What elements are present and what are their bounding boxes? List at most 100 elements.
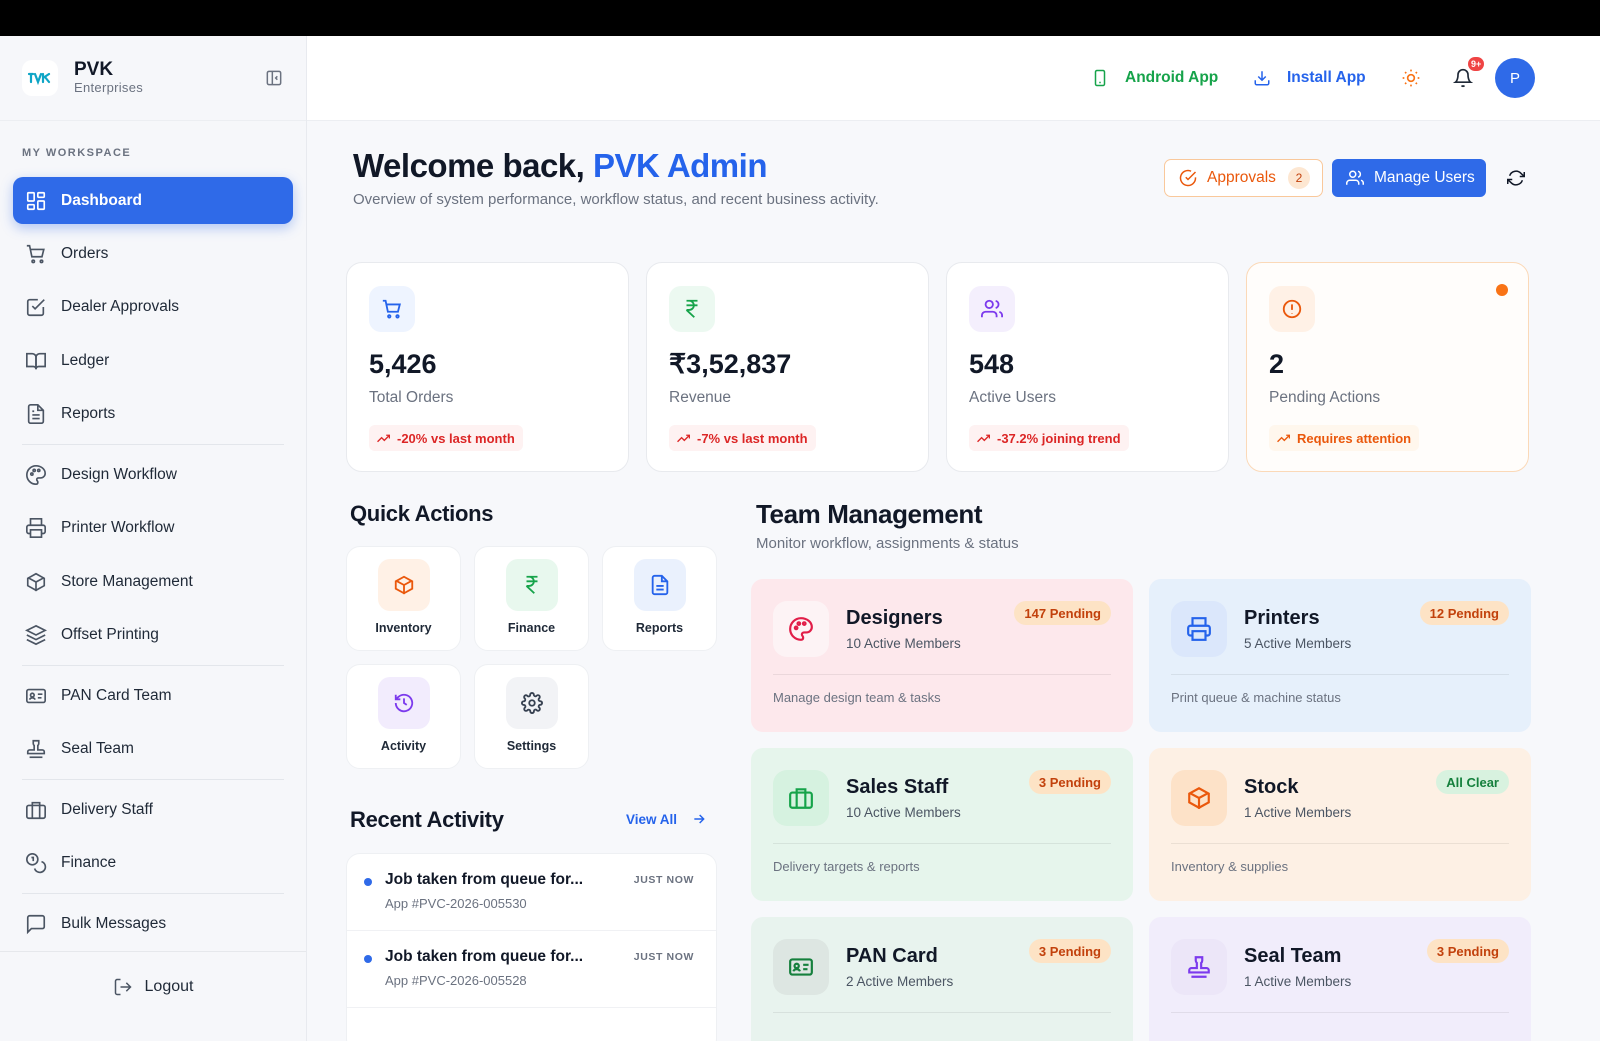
unread-dot [364,955,372,963]
unread-dot [364,878,372,886]
sidebar-item-printer-workflow[interactable]: Printer Workflow [13,505,293,552]
status-badge: 3 Pending [1426,939,1509,963]
stat-label: Revenue [669,389,732,406]
file-text-icon [634,559,686,611]
team-card-printers[interactable]: Printers 5 Active Members 12 Pending Pri… [1149,579,1531,732]
quick-action-finance[interactable]: Finance [474,546,589,651]
sidebar-item-finance[interactable]: Finance [13,840,293,887]
sidebar-item-delivery-staff[interactable]: Delivery Staff [13,786,293,833]
android-app-label: Android App [1125,69,1219,86]
sidebar-item-seal-team[interactable]: Seal Team [13,726,293,773]
palette-icon [25,464,47,486]
sidebar-item-store-management[interactable]: Store Management [13,558,293,605]
sidebar-item-offset-printing[interactable]: Offset Printing [13,612,293,659]
stat-trend: -7% vs last month [669,425,816,451]
file-text-icon [25,403,47,425]
stat-card-revenue[interactable]: ₹3,52,837 Revenue -7% vs last month [646,262,929,472]
approvals-label: Approvals [1207,169,1276,186]
stat-card-pending-actions[interactable]: 2 Pending Actions Requires attention [1246,262,1529,472]
sidebar-item-label: Finance [61,854,117,872]
id-card-icon [25,685,47,707]
brand: PVK Enterprises [0,36,306,121]
quick-action-activity[interactable]: Activity [346,664,461,769]
team-card-stock[interactable]: Stock 1 Active Members All Clear Invento… [1149,748,1531,901]
stat-trend: -20% vs last month [369,425,523,451]
view-all-link[interactable]: View All [626,811,707,827]
team-card-designers[interactable]: Designers 10 Active Members 147 Pending … [751,579,1133,732]
sidebar-item-design-workflow[interactable]: Design Workflow [13,451,293,498]
sidebar-item-label: PAN Card Team [61,686,172,704]
team-card-seal-team[interactable]: Seal Team 1 Active Members 3 Pending [1149,917,1531,1041]
sidebar-collapse-icon[interactable] [264,68,284,88]
android-app-button[interactable]: Android App [1091,62,1218,94]
theme-toggle-sun-icon[interactable] [1401,68,1421,88]
team-card-sales-staff[interactable]: Sales Staff 10 Active Members 3 Pending … [751,748,1133,901]
top-black-bar [0,0,1600,36]
check-circle-icon [1179,169,1197,187]
divider [773,1012,1111,1013]
logout-button[interactable]: Logout [113,977,193,997]
printer-icon [1171,601,1227,657]
user-avatar[interactable]: P [1495,58,1535,98]
pending-indicator-dot [1496,284,1508,296]
nav-divider [22,893,284,895]
sidebar: PVK Enterprises MY WORKSPACE Dashboard O… [0,36,307,1041]
history-icon [378,677,430,729]
sidebar-item-pan-card-team[interactable]: PAN Card Team [13,672,293,719]
nav-divider [22,779,284,781]
quick-action-label: Activity [380,739,427,753]
grid-icon [25,190,47,212]
divider [773,843,1111,844]
palette-icon [773,601,829,657]
quick-action-settings[interactable]: Settings [474,664,589,769]
quick-action-label: Inventory [375,621,432,635]
stat-label: Total Orders [369,389,454,406]
page-title: Welcome back, PVK Admin [353,147,767,185]
team-name: Designers [846,607,943,629]
refresh-icon[interactable] [1507,169,1525,187]
approvals-button[interactable]: Approvals 2 [1164,159,1323,197]
sidebar-item-label: Dealer Approvals [61,298,180,316]
stat-value: 548 [969,349,1015,379]
team-name: PAN Card [846,945,938,967]
main-content: Welcome back, PVK Admin Overview of syst… [307,121,1600,1041]
stat-card-total-orders[interactable]: 5,426 Total Orders -20% vs last month [346,262,629,472]
team-members: 2 Active Members [846,974,954,989]
rupee-icon [669,286,715,332]
sidebar-item-label: Seal Team [61,740,134,758]
manage-users-button[interactable]: Manage Users [1332,159,1486,197]
sidebar-item-bulk-messages[interactable]: Bulk Messages [13,901,293,948]
sidebar-item-label: Orders [61,244,109,262]
sidebar-item-orders[interactable]: Orders [13,230,293,277]
sidebar-item-ledger[interactable]: Ledger [13,337,293,384]
arrow-right-icon [691,811,707,827]
team-members: 10 Active Members [846,805,961,820]
list-item[interactable]: Job taken from queue for... App #PVC-202… [347,854,716,931]
team-description: Inventory & supplies [1171,859,1289,874]
team-name: Printers [1244,607,1320,629]
list-item[interactable]: Job taken from queue for... App #PVC-202… [347,931,716,1008]
users-icon [1346,169,1364,187]
sidebar-item-dashboard[interactable]: Dashboard [13,177,293,224]
install-app-button[interactable]: Install App [1253,62,1366,94]
id-card-icon [773,939,829,995]
smartphone-icon [1091,69,1109,87]
stat-card-active-users[interactable]: 548 Active Users -37.2% joining trend [946,262,1229,472]
quick-action-reports[interactable]: Reports [602,546,717,651]
notifications-bell-icon[interactable] [1453,68,1473,88]
sidebar-item-reports[interactable]: Reports [13,391,293,438]
welcome-prefix: Welcome back, [353,147,594,184]
sidebar-item-dealer-approvals[interactable]: Dealer Approvals [13,284,293,331]
quick-action-label: Finance [507,621,556,635]
team-card-pan-card[interactable]: PAN Card 2 Active Members 3 Pending [751,917,1133,1041]
brand-name: PVK [74,59,114,80]
stat-trend-text: -7% vs last month [697,430,808,446]
nav-divider [22,664,284,666]
quick-action-inventory[interactable]: Inventory [346,546,461,651]
quick-action-label: Settings [506,739,557,753]
status-badge: 12 Pending [1419,601,1509,625]
status-badge: 147 Pending [1014,601,1111,625]
divider [1171,843,1509,844]
stat-trend: Requires attention [1269,425,1420,451]
box-icon [25,571,47,593]
